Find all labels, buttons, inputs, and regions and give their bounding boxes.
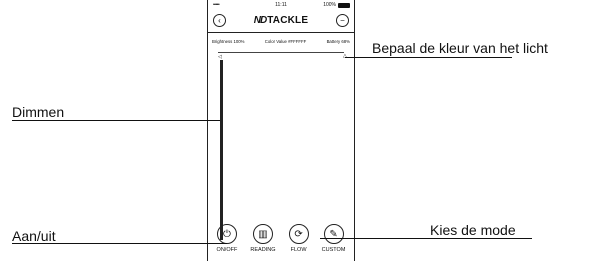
info-row: Brightness 100% Color Value #FFFFFF Batt… bbox=[212, 39, 350, 44]
mode-label-custom: CUSTOM bbox=[321, 247, 346, 253]
brush-icon[interactable]: ✎ bbox=[323, 224, 344, 244]
mode-reading[interactable]: ▥ READING bbox=[250, 224, 275, 253]
app-title: NDTACKLE bbox=[208, 15, 354, 26]
mode-label-onoff: ON/OFF bbox=[216, 247, 238, 253]
phone-screen: ••••• 11:11 100% ‹ NDTACKLE − Brightness… bbox=[207, 0, 355, 261]
minus-button[interactable]: − bbox=[336, 14, 349, 27]
leader-line-mode bbox=[320, 238, 532, 239]
refresh-icon[interactable]: ⟳ bbox=[288, 224, 309, 244]
annotation-color: Bepaal de kleur van het licht bbox=[372, 40, 548, 56]
mode-flow[interactable]: ⟳ FLOW bbox=[288, 224, 309, 253]
leader-line-dim bbox=[12, 120, 220, 121]
battery-percent: 100% bbox=[323, 2, 336, 8]
annotation-dim: Dimmen bbox=[12, 104, 65, 120]
book-icon[interactable]: ▥ bbox=[252, 224, 273, 244]
brightness-readout: Brightness 100% bbox=[212, 39, 245, 44]
mode-label-reading: READING bbox=[250, 247, 276, 253]
mode-label-flow: FLOW bbox=[290, 247, 307, 253]
nav-bar: ‹ NDTACKLE − bbox=[208, 10, 354, 33]
mode-onoff[interactable]: ⏻ ON/OFF bbox=[216, 224, 238, 253]
brand-logo: ND bbox=[253, 15, 267, 26]
leader-line-color bbox=[345, 57, 512, 58]
battery-readout: Battery 68% bbox=[326, 39, 350, 44]
minus-icon: − bbox=[340, 15, 345, 25]
leader-line-power bbox=[12, 243, 227, 244]
color-slider-track[interactable] bbox=[218, 52, 344, 53]
battery-icon bbox=[338, 2, 350, 8]
color-value-readout: Color Value #FFFFFF bbox=[264, 39, 307, 44]
status-bar: ••••• 11:11 100% bbox=[208, 2, 354, 10]
battery-status: 100% bbox=[323, 2, 350, 8]
brand-name: TACKLE bbox=[267, 15, 309, 26]
annotation-power: Aan/uit bbox=[12, 228, 56, 244]
dimmer-slider[interactable] bbox=[220, 60, 223, 240]
power-icon[interactable]: ⏻ bbox=[216, 224, 237, 244]
annotation-mode: Kies de mode bbox=[430, 222, 516, 238]
